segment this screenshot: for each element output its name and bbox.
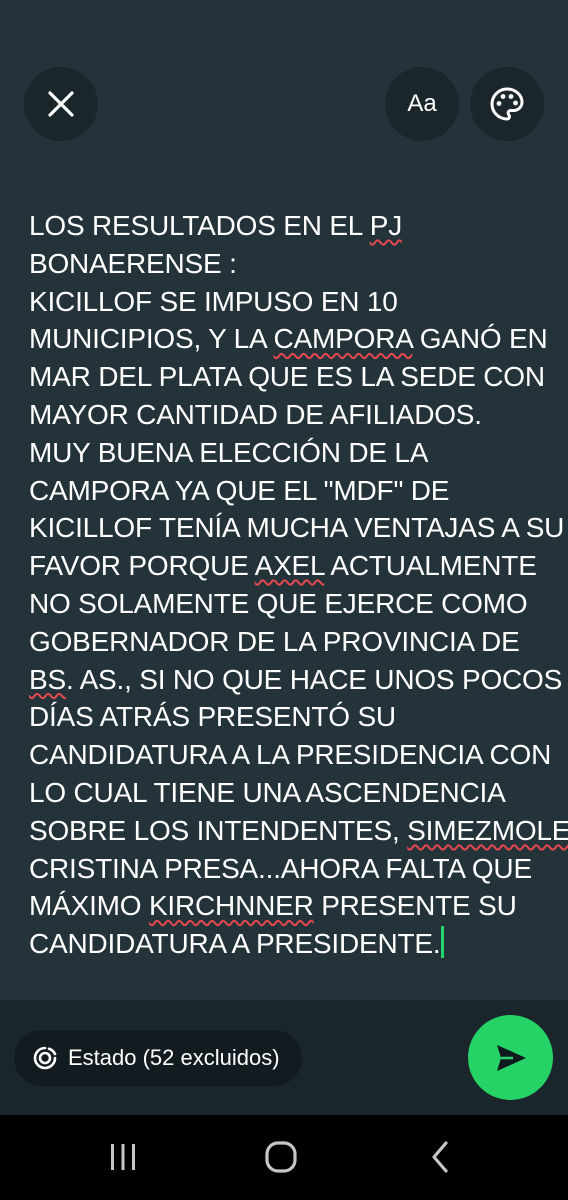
close-icon (48, 91, 74, 117)
home-icon (265, 1141, 297, 1173)
text-segment: DÍAS ATRÁS PRESENTÓ SU (29, 701, 396, 733)
text-segment: MAR DEL PLATA QUE ES LA SEDE CON (29, 361, 545, 393)
status-text-line: SOBRE LOS INTENDENTES, SIMEZMOLE (29, 812, 568, 850)
text-segment: MUY BUENA ELECCIÓN DE LA (29, 436, 429, 468)
text-cursor (441, 926, 445, 959)
status-text-editor[interactable]: LOS RESULTADOS EN EL PJ BONAERENSE : KICIL… (29, 207, 568, 963)
recents-icon (111, 1144, 135, 1170)
misspelled-word: BS (29, 663, 66, 695)
text-segment: GOBERNADOR DE LA PROVINCIA DE (29, 625, 520, 657)
status-audience-label: Estado (52 excluidos) (68, 1045, 280, 1070)
status-text-line: MAR DEL PLATA QUE ES LA SEDE CON (29, 358, 545, 396)
status-ring-icon (33, 1046, 57, 1070)
recents-button[interactable] (101, 1137, 145, 1177)
status-text-line: BS. AS., SI NO QUE HACE UNOS POCOS (29, 661, 562, 699)
text-segment: BONAERENSE : (29, 247, 237, 279)
system-navigation-bar (0, 1115, 568, 1200)
text-segment: CANDIDATURA A PRESIDENTE. (29, 928, 441, 960)
composer-footer: Estado (52 excluidos) (0, 1000, 568, 1115)
status-text-line: KICILLOF TENÍA MUCHA VENTAJAS A SU (29, 509, 564, 547)
send-icon (496, 1044, 526, 1071)
text-segment: . AS., SI NO QUE HACE UNOS POCOS (65, 663, 563, 695)
status-text-line: GOBERNADOR DE LA PROVINCIA DE (29, 623, 544, 661)
status-text-line: DÍAS ATRÁS PRESENTÓ SU (29, 698, 544, 736)
text-segment: MUNICIPIOS, Y LA (29, 323, 274, 355)
text-segment: MÁXIMO (29, 890, 149, 922)
status-text-line: LO CUAL TIENE UNA ASCENDENCIA (29, 774, 544, 812)
status-text-line: CANDIDATURA A LA PRESIDENCIA CON (29, 736, 551, 774)
status-text-line: MÁXIMO KIRCHNNER PRESENTE SU (29, 887, 544, 925)
misspelled-word: CAMPORA (273, 323, 413, 355)
status-text-line: CANDIDATURA A PRESIDENTE. (29, 925, 544, 963)
font-style-button[interactable]: Aa (385, 67, 459, 141)
text-segment: MAYOR CANTIDAD DE AFILIADOS. (29, 398, 482, 430)
text-segment: KICILLOF SE IMPUSO EN 10 (29, 285, 398, 317)
misspelled-word: SIMEZMOLE (407, 814, 568, 846)
text-segment: ACTUALMENTE (324, 550, 537, 582)
send-button[interactable] (468, 1015, 553, 1100)
status-text-line: BONAERENSE : (29, 245, 544, 283)
color-palette-button[interactable] (470, 67, 544, 141)
status-text-line: MAYOR CANTIDAD DE AFILIADOS. (29, 396, 544, 434)
text-segment: CRISTINA PRESA...AHORA FALTA QUE (29, 852, 532, 884)
close-button[interactable] (24, 67, 98, 141)
status-composer-screen: Aa LOS RESULTADOS EN EL PJ BONAERENSE : KI… (0, 0, 568, 1200)
misspelled-word: AXEL (254, 550, 325, 582)
text-segment: KICILLOF TENÍA MUCHA VENTAJAS A SU (29, 512, 565, 544)
text-segment: PRESENTE SU (313, 890, 517, 922)
status-text-line: KICILLOF SE IMPUSO EN 10 (29, 283, 544, 321)
misspelled-word: KIRCHNNER (148, 890, 314, 922)
home-button[interactable] (259, 1137, 303, 1177)
back-icon (432, 1141, 448, 1173)
status-text-line: MUNICIPIOS, Y LA CAMPORA GANÓ EN (29, 320, 548, 358)
back-button[interactable] (418, 1137, 462, 1177)
status-text-line: MUY BUENA ELECCIÓN DE LA (29, 434, 544, 472)
status-text-line: FAVOR PORQUE AXEL ACTUALMENTE (29, 547, 544, 585)
text-segment: NO SOLAMENTE QUE EJERCE COMO (29, 587, 528, 619)
text-segment: SOBRE LOS INTENDENTES, (29, 814, 408, 846)
text-segment: LO CUAL TIENE UNA ASCENDENCIA (29, 776, 506, 808)
misspelled-word: PJ (369, 210, 402, 241)
palette-icon (490, 87, 524, 121)
status-text-line: CAMPORA YA QUE EL "MDF" DE (29, 472, 544, 510)
status-audience-button[interactable]: Estado (52 excluidos) (14, 1030, 302, 1086)
status-text-line: NO SOLAMENTE QUE EJERCE COMO (29, 585, 544, 623)
text-segment: FAVOR PORQUE (29, 550, 255, 582)
text-segment: LOS RESULTADOS EN EL (29, 210, 370, 241)
text-segment: GANÓ EN (412, 323, 548, 355)
status-text-line: CRISTINA PRESA...AHORA FALTA QUE (29, 850, 544, 888)
status-text-line: LOS RESULTADOS EN EL PJ (29, 207, 544, 245)
text-segment: CAMPORA YA QUE EL "MDF" DE (29, 474, 450, 506)
font-style-label: Aa (407, 90, 437, 117)
text-segment: CANDIDATURA A LA PRESIDENCIA CON (29, 739, 552, 771)
